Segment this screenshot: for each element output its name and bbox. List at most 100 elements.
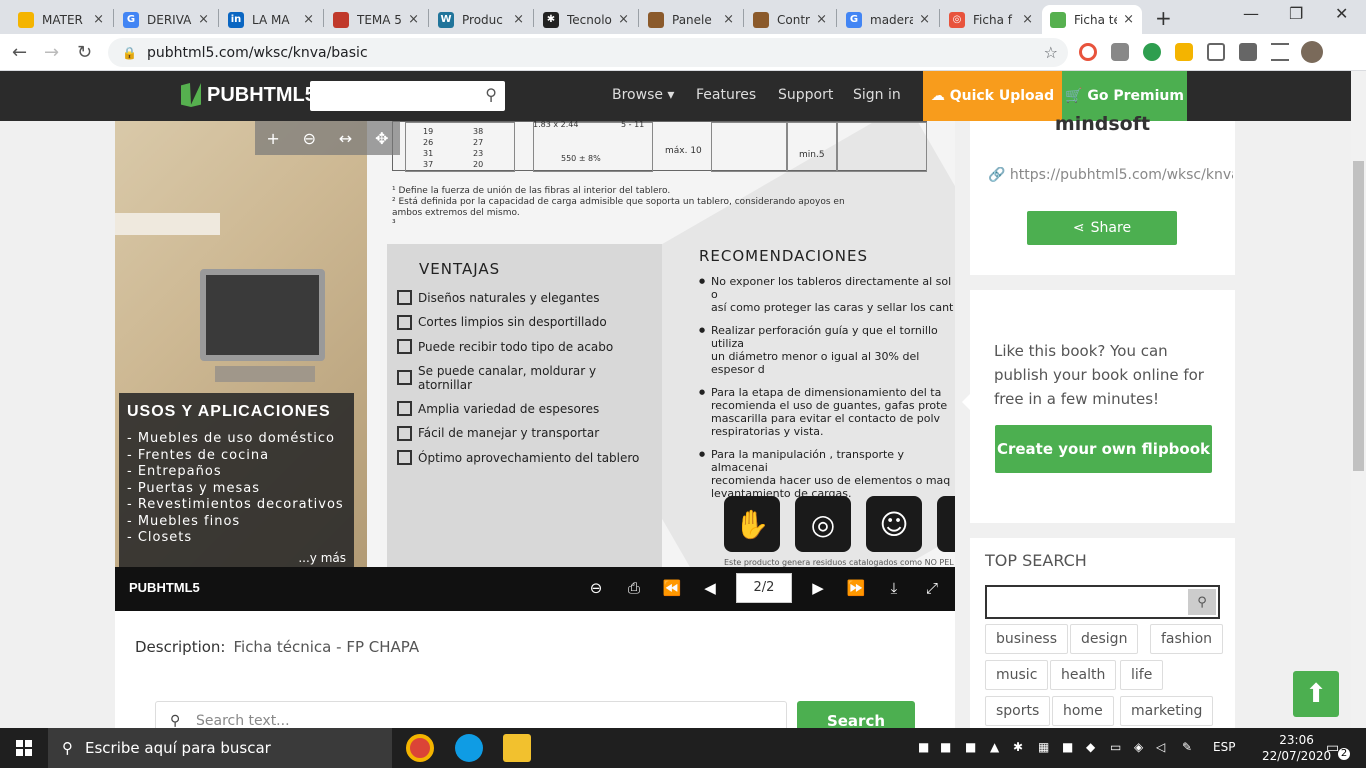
network-icon[interactable]: ◈ — [1134, 740, 1143, 754]
author-name[interactable]: mindsoft — [970, 113, 1235, 135]
forward-icon[interactable]: → — [44, 42, 59, 63]
zoom-in-icon[interactable]: + — [266, 129, 279, 148]
browser-tab[interactable]: Gmadera × — [838, 5, 938, 34]
maximize-icon[interactable]: ❐ — [1289, 4, 1303, 23]
reload-icon[interactable]: ↻ — [77, 42, 92, 63]
close-tab-icon[interactable]: × — [303, 12, 314, 27]
checkbox-icon — [397, 425, 412, 441]
top-search-input[interactable]: ⚲ — [985, 585, 1220, 619]
text-search-input[interactable]: ⚲ Search text... — [155, 701, 787, 728]
browser-tab[interactable]: in LA MA × — [220, 5, 322, 34]
tag-sports[interactable]: sports — [985, 696, 1051, 726]
minimize-icon[interactable]: — — [1243, 4, 1259, 23]
close-window-icon[interactable]: ✕ — [1335, 4, 1348, 23]
fullscreen-icon[interactable]: ⤢ — [921, 579, 943, 597]
tray-icon[interactable]: ◆ — [1086, 740, 1095, 754]
site-logo[interactable]: PUBHTML5 — [181, 83, 316, 107]
tag-marketing[interactable]: marketing — [1120, 696, 1214, 726]
book-link[interactable]: 🔗 https://pubhtml5.com/wksc/knva — [988, 167, 1233, 183]
close-tab-icon[interactable]: × — [408, 12, 419, 27]
browser-tab[interactable]: W Produc × — [430, 5, 532, 34]
tag-life[interactable]: life — [1120, 660, 1164, 690]
close-tab-icon[interactable]: × — [198, 12, 209, 27]
site-search-input[interactable]: ⚲ — [310, 81, 505, 111]
search-icon[interactable]: ⚲ — [485, 85, 497, 104]
previous-page-icon[interactable]: ◀ — [699, 579, 721, 597]
pen-icon[interactable]: ✎ — [1182, 740, 1192, 754]
tray-icon[interactable]: ■ — [918, 740, 929, 754]
browser-tab[interactable]: Contra× — [745, 5, 835, 34]
browser-tab[interactable]: G DERIVA × — [115, 5, 217, 34]
tray-icon[interactable]: ■ — [965, 740, 976, 754]
search-icon[interactable]: ⚲ — [1188, 589, 1216, 615]
search-button[interactable]: Search — [797, 701, 915, 728]
close-tab-icon[interactable]: × — [919, 12, 930, 27]
address-bar[interactable]: 🔒 pubhtml5.com/wksc/knva/basic ☆ — [108, 38, 1068, 67]
next-page-icon[interactable]: ▶ — [807, 579, 829, 597]
extension-icon[interactable] — [1111, 43, 1129, 61]
tray-icon[interactable]: ■ — [940, 740, 951, 754]
extension-icon[interactable] — [1143, 43, 1161, 61]
back-icon[interactable]: ← — [12, 42, 27, 63]
edge-icon[interactable] — [455, 734, 483, 762]
taskbar-search-box[interactable]: ⚲ Escribe aquí para buscar — [48, 728, 392, 768]
page-number-input[interactable]: 2/2 — [736, 573, 792, 603]
nav-sign-in[interactable]: Sign in — [853, 87, 901, 103]
first-page-icon[interactable]: ⏪ — [661, 579, 683, 597]
tag-home[interactable]: home — [1052, 696, 1114, 726]
tray-icon[interactable]: ✱ — [1013, 740, 1023, 754]
print-icon[interactable]: ⎙ — [623, 579, 645, 597]
nav-support[interactable]: Support — [778, 87, 833, 103]
share-button[interactable]: ⋖ Share — [1027, 211, 1177, 245]
bookmark-star-icon[interactable]: ☆ — [1044, 43, 1058, 62]
download-icon[interactable]: ⤓ — [883, 579, 905, 597]
extension-icon[interactable] — [1207, 43, 1225, 61]
media-icon[interactable] — [1271, 43, 1289, 61]
file-explorer-icon[interactable] — [503, 734, 531, 762]
extension-icon[interactable] — [1175, 43, 1193, 61]
browser-tab[interactable]: Panele × — [640, 5, 742, 34]
new-tab-button[interactable]: + — [1155, 6, 1172, 30]
volume-icon[interactable]: ◁ — [1156, 740, 1165, 754]
move-icon[interactable]: ✥ — [375, 129, 388, 148]
fit-width-icon[interactable]: ↔ — [339, 129, 352, 148]
browser-tab-active[interactable]: Ficha té × — [1042, 5, 1142, 34]
tag-business[interactable]: business — [985, 624, 1069, 654]
chrome-icon[interactable] — [406, 734, 434, 762]
close-tab-icon[interactable]: × — [816, 12, 827, 27]
browser-tab[interactable]: ✱ Tecnolo × — [535, 5, 637, 34]
puzzle-icon[interactable] — [1239, 43, 1257, 61]
close-tab-icon[interactable]: × — [723, 12, 734, 27]
close-tab-icon[interactable]: × — [618, 12, 629, 27]
language-indicator[interactable]: ESP — [1213, 740, 1235, 754]
create-flipbook-button[interactable]: Create your own flipbook — [995, 425, 1212, 473]
extension-icon[interactable] — [1079, 43, 1097, 61]
tray-icon[interactable]: ▦ — [1038, 740, 1049, 754]
nav-browse[interactable]: Browse ▾ — [612, 87, 674, 103]
tray-icon[interactable]: ■ — [1062, 740, 1073, 754]
tag-design[interactable]: design — [1070, 624, 1139, 654]
tag-health[interactable]: health — [1050, 660, 1117, 690]
browser-tab[interactable]: ◎ Ficha f × — [941, 5, 1041, 34]
browser-tab[interactable]: TEMA 5 × — [325, 5, 427, 34]
flipbook-viewer[interactable]: USOS Y APLICACIONES - Muebles de uso dom… — [115, 121, 955, 567]
close-tab-icon[interactable]: × — [1022, 12, 1033, 27]
avatar[interactable] — [1301, 41, 1323, 63]
browser-tab[interactable]: MATER × — [10, 5, 112, 34]
tag-music[interactable]: music — [985, 660, 1049, 690]
page-scrollbar[interactable] — [1351, 71, 1366, 728]
zoom-out-icon[interactable]: ⊖ — [303, 129, 316, 148]
tray-icon[interactable]: ▲ — [990, 740, 999, 754]
close-tab-icon[interactable]: × — [513, 12, 524, 27]
battery-icon[interactable]: ▭ — [1110, 740, 1121, 754]
zoom-icon[interactable]: ⊖ — [585, 579, 607, 597]
close-tab-icon[interactable]: × — [1123, 12, 1134, 27]
nav-features[interactable]: Features — [696, 87, 756, 103]
scrollbar-thumb[interactable] — [1353, 161, 1364, 471]
start-button[interactable] — [16, 740, 32, 756]
tag-fashion[interactable]: fashion — [1150, 624, 1224, 654]
last-page-icon[interactable]: ⏩ — [845, 579, 867, 597]
close-tab-icon[interactable]: × — [93, 12, 104, 27]
scroll-to-top-button[interactable]: ⬆ — [1293, 671, 1339, 717]
clock[interactable]: 23:06 22/07/2020 — [1262, 732, 1331, 764]
